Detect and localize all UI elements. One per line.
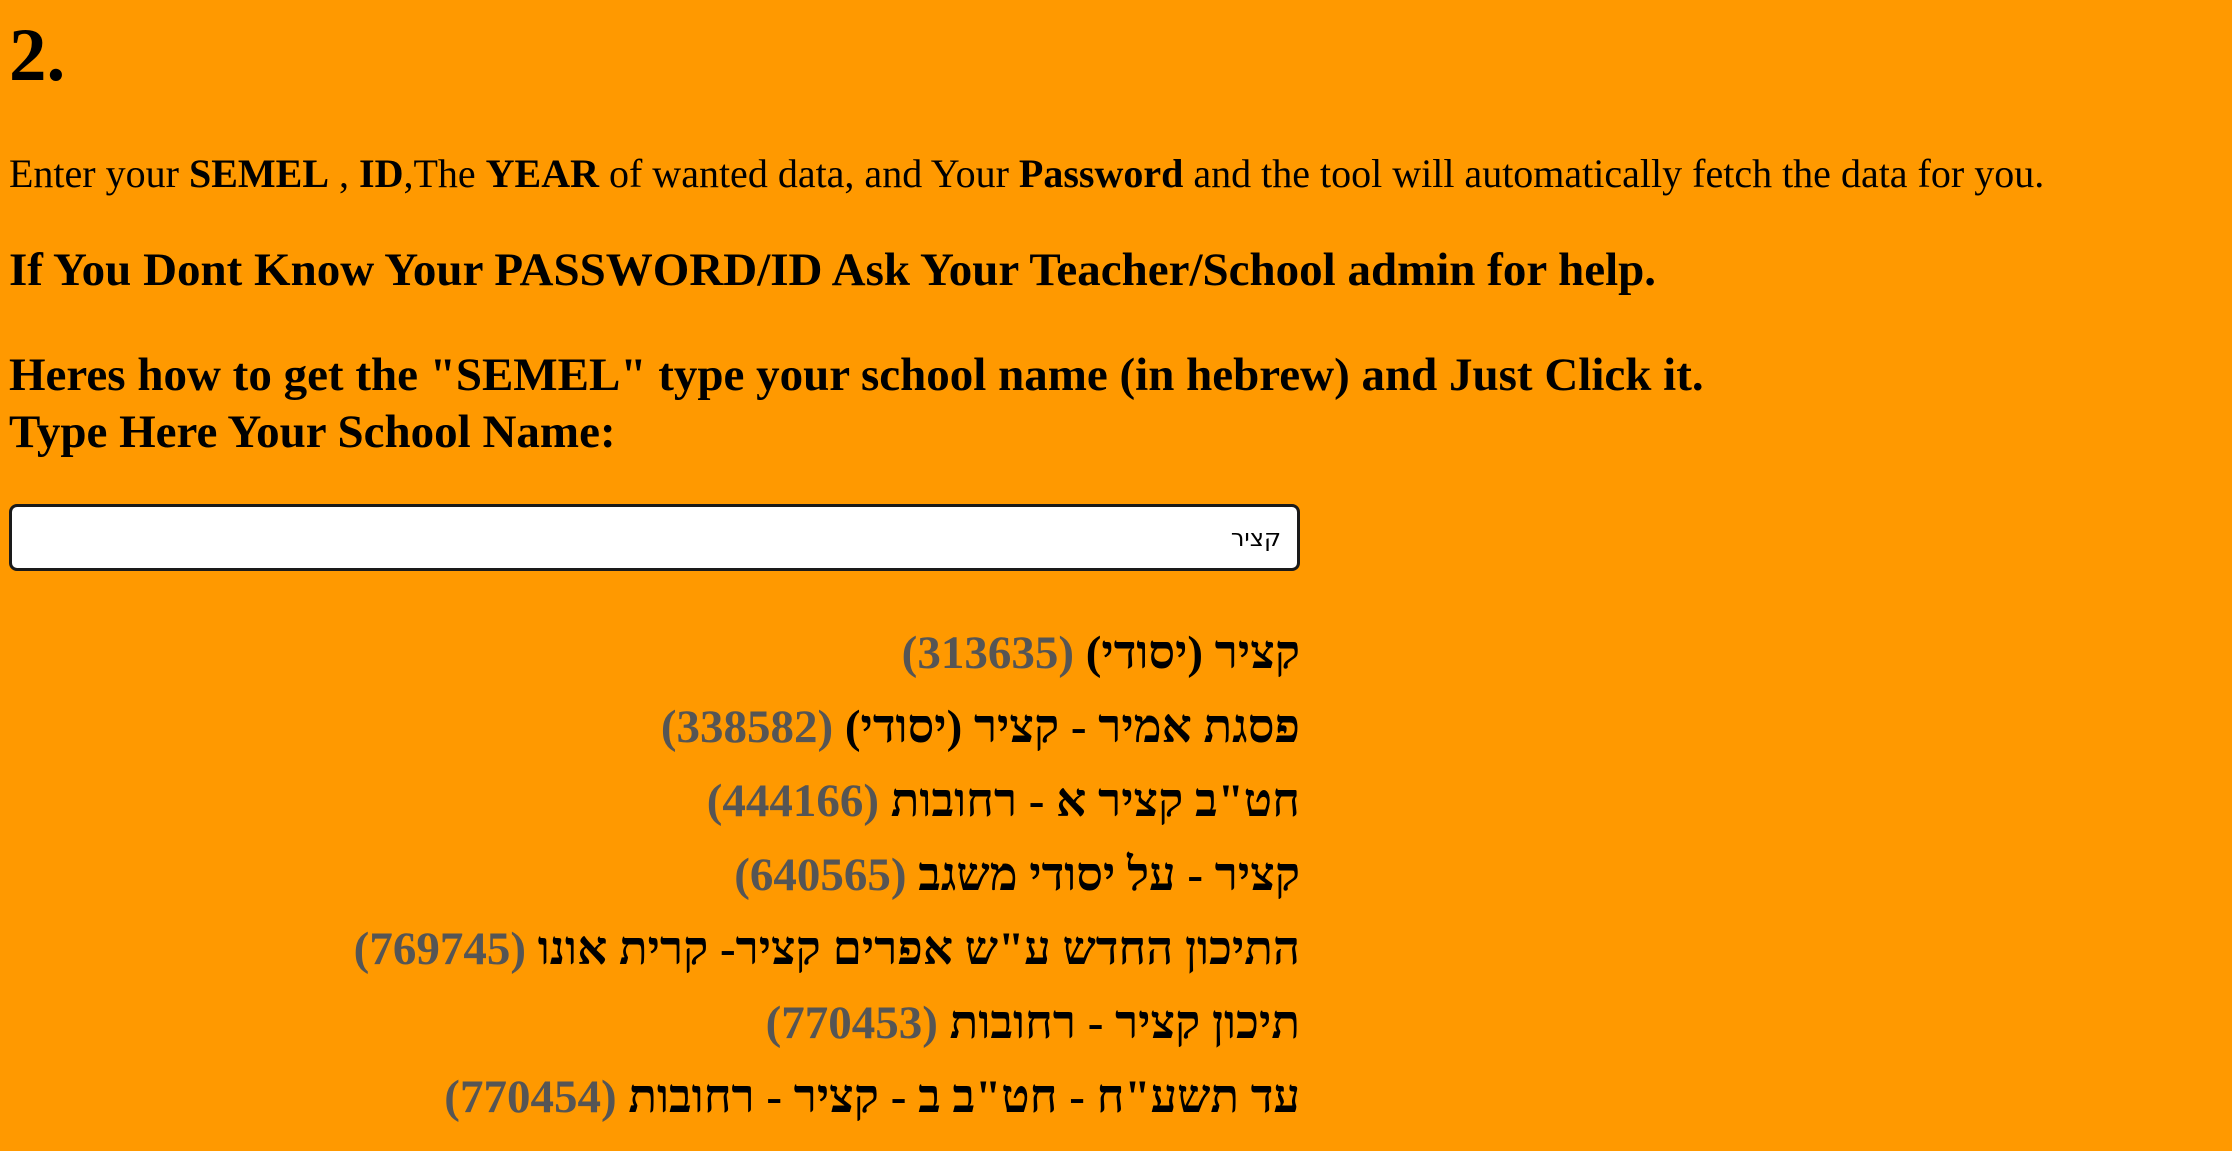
school-result-name: תיכון קציר - רחובות <box>949 997 1300 1049</box>
school-result-item[interactable]: עד תשע"ח - חט"ב ב - קציר - רחובות (77045… <box>9 1060 1300 1134</box>
instructions-part: ,The <box>403 151 486 196</box>
school-result-item[interactable]: קציר - על יסודי משגב (640565) <box>9 838 1300 912</box>
school-result-semel: (640565) <box>734 849 907 901</box>
school-results-list: קציר (יסודי) (313635) פסגת אמיר - קציר (… <box>9 616 1300 1134</box>
school-result-semel: (770454) <box>444 1071 617 1123</box>
school-search-container <box>9 504 1300 571</box>
school-result-item[interactable]: התיכון החדש ע"ש אפרים קציר- קרית אונו (7… <box>9 912 1300 986</box>
semel-howto-heading: Heres how to get the "SEMEL" type your s… <box>9 349 1704 401</box>
school-result-name: פסגת אמיר - קציר (יסודי) <box>844 701 1300 753</box>
school-result-item[interactable]: פסגת אמיר - קציר (יסודי) (338582) <box>9 690 1300 764</box>
instructions-part: , <box>329 151 359 196</box>
step-number-heading: 2. <box>9 14 66 97</box>
school-result-name: חט"ב קציר א - רחובות <box>890 775 1300 827</box>
instructions-part: Enter your <box>9 151 189 196</box>
semel-keyword: SEMEL <box>188 151 329 196</box>
school-result-semel: (770453) <box>765 997 938 1049</box>
school-result-semel: (769745) <box>353 923 526 975</box>
school-result-item[interactable]: תיכון קציר - רחובות (770453) <box>9 986 1300 1060</box>
school-result-item[interactable]: חט"ב קציר א - רחובות (444166) <box>9 764 1300 838</box>
school-result-name: התיכון החדש ע"ש אפרים קציר- קרית אונו <box>537 923 1300 975</box>
instructions-part: of wanted data, and Your <box>598 151 1019 196</box>
school-result-name: עד תשע"ח - חט"ב ב - קציר - רחובות <box>628 1071 1300 1123</box>
school-name-label: Type Here Your School Name: <box>9 406 616 458</box>
page: 2. Enter your SEMEL , ID,The YEAR of wan… <box>0 0 2232 1151</box>
id-keyword: ID <box>359 151 404 196</box>
school-result-name: קציר - על יסודי משגב <box>918 849 1300 901</box>
password-keyword: Password <box>1018 151 1184 196</box>
school-search-input[interactable] <box>9 504 1300 571</box>
year-keyword: YEAR <box>485 151 599 196</box>
school-result-semel: (338582) <box>660 701 834 753</box>
school-result-semel: (313635) <box>901 627 1074 679</box>
school-result-item[interactable]: קציר (יסודי) (313635) <box>9 616 1300 690</box>
instructions-text: Enter your SEMEL , ID,The YEAR of wanted… <box>9 149 2232 199</box>
school-result-name: קציר (יסודי) <box>1085 627 1300 679</box>
password-help-heading: If You Dont Know Your PASSWORD/ID Ask Yo… <box>9 244 1657 296</box>
instructions-part: and the tool will automatically fetch th… <box>1183 151 2045 196</box>
school-result-semel: (444166) <box>706 775 880 827</box>
